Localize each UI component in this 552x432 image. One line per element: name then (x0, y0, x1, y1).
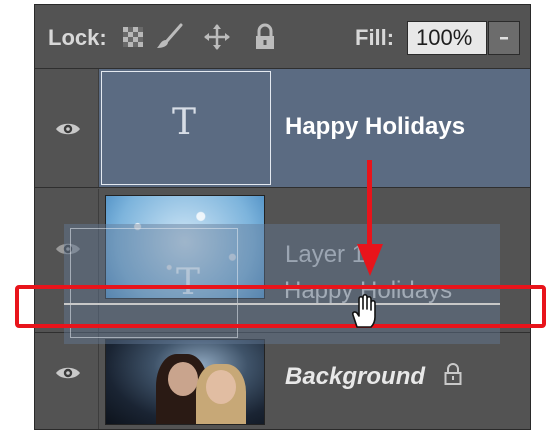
lock-transparent-pixels-icon[interactable] (121, 23, 147, 51)
dropdown-arrow-icon (500, 37, 508, 40)
text-type-icon: T (172, 102, 197, 143)
lock-toolbar: Lock: Fill: 100% (35, 5, 530, 69)
fill-dropdown-button[interactable] (488, 21, 520, 55)
lock-position-move-icon[interactable] (203, 23, 230, 51)
layer-name[interactable]: Happy Holidays (285, 113, 465, 141)
layer-lock-icon (444, 363, 462, 385)
fill-label: Fill: (355, 25, 395, 50)
red-down-arrow-icon (357, 160, 383, 276)
layers-panel: Lock: Fill: 100% T Happy Holidays Layer … (34, 4, 531, 430)
drop-target-highlight (15, 285, 546, 328)
layer-row-happy-holidays[interactable]: T Happy Holidays (35, 69, 530, 188)
text-layer-thumbnail: T (101, 71, 271, 185)
visibility-column (35, 333, 99, 429)
eye-visibility-icon[interactable] (55, 365, 81, 381)
eye-visibility-icon[interactable] (55, 121, 81, 137)
lock-all-padlock-icon[interactable] (253, 23, 279, 51)
visibility-column (35, 69, 99, 187)
layer-row-background[interactable]: Background (35, 333, 530, 429)
lock-image-pixels-brush-icon[interactable] (155, 23, 183, 51)
fill-opacity-input[interactable]: 100% (407, 21, 487, 55)
lock-label: Lock: (48, 25, 107, 50)
layer-name[interactable]: Background (285, 363, 425, 391)
background-thumbnail (105, 339, 265, 425)
grab-hand-cursor-icon (352, 293, 376, 328)
